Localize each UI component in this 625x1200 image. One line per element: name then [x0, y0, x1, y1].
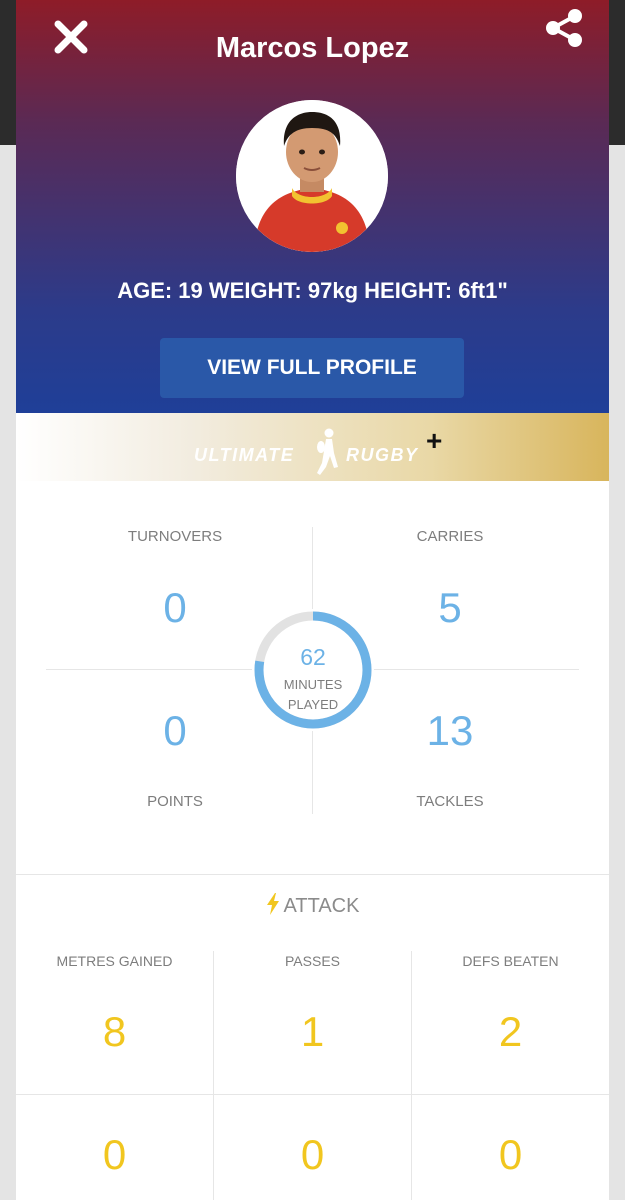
attack-row2-value-2: 0 — [300, 1131, 325, 1178]
attack-section-title: ATTACK — [16, 893, 609, 918]
carries-label: CARRIES — [416, 528, 484, 545]
points-label: POINTS — [147, 793, 203, 810]
minutes-caption: MINUTES — [283, 677, 343, 692]
minutes-played-value: 62 — [300, 644, 326, 670]
played-caption: PLAYED — [287, 697, 339, 712]
view-full-profile-button[interactable]: VIEW FULL PROFILE — [160, 338, 464, 398]
defs-beaten-value: 2 — [498, 1008, 523, 1055]
passes-label: PASSES — [285, 953, 340, 969]
defs-beaten-label: DEFS BEATEN — [462, 953, 559, 969]
attack-row2-value-1: 0 — [102, 1131, 127, 1178]
brand-wordmark-rugby: RUGBY — [346, 445, 419, 465]
attack-title-text: ATTACK — [283, 895, 360, 917]
lightning-icon — [266, 893, 279, 915]
turnovers-value: 0 — [163, 584, 187, 631]
row-divider — [16, 1094, 609, 1095]
metres-gained-value: 8 — [102, 1008, 127, 1055]
brand-wordmark-ultimate: ULTIMATE — [194, 445, 295, 465]
brand-plus: + — [426, 425, 443, 456]
player-name: Marcos Lopez — [215, 32, 410, 64]
player-header: Marcos Lopez AGE: 19 WEIGHT: 97kg HEIGHT… — [16, 0, 609, 413]
player-photo — [236, 100, 388, 252]
carries-value: 5 — [438, 584, 462, 631]
rugby-runner-logo-icon — [317, 428, 338, 475]
points-value: 0 — [163, 707, 187, 754]
share-button[interactable] — [542, 6, 586, 50]
share-icon — [546, 9, 582, 47]
passes-value: 1 — [300, 1008, 325, 1055]
attack-row2-value-3: 0 — [498, 1131, 523, 1178]
tackles-value: 13 — [426, 707, 474, 754]
ultimate-rugby-banner[interactable]: ULTIMATE RUGBY + — [16, 413, 609, 481]
background-page-left — [0, 145, 16, 1200]
player-avatar — [236, 100, 388, 252]
player-stats-modal: Marcos Lopez AGE: 19 WEIGHT: 97kg HEIGHT… — [16, 0, 609, 1200]
background-page-right — [609, 145, 625, 1200]
metres-gained-label: METRES GAINED — [56, 953, 173, 969]
turnovers-label: TURNOVERS — [127, 528, 223, 545]
section-divider — [16, 874, 609, 875]
tackles-label: TACKLES — [416, 793, 484, 810]
player-bio-stats: AGE: 19 WEIGHT: 97kg HEIGHT: 6ft1" — [117, 278, 508, 303]
